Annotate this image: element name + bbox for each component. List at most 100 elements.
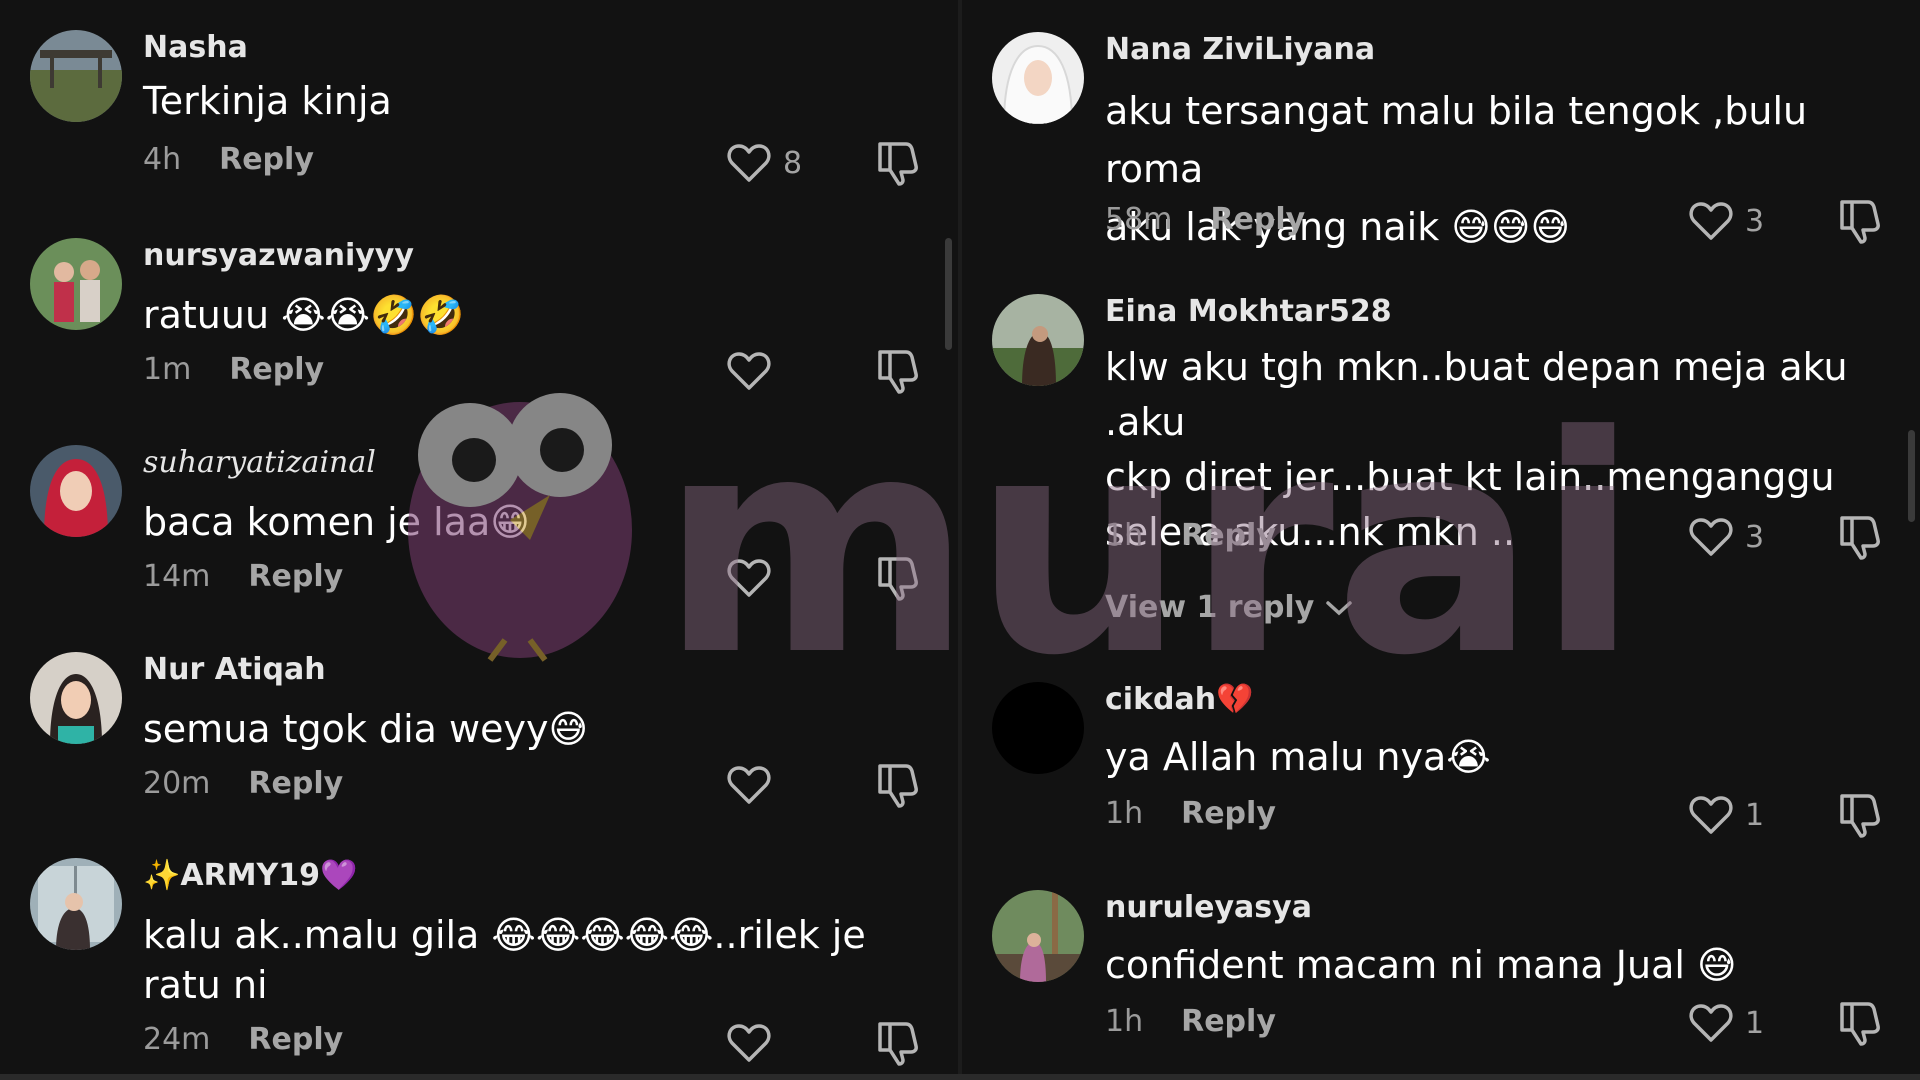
view-replies-button[interactable]: View 1 reply (1105, 590, 1354, 625)
username[interactable]: nuruleyasya (1105, 890, 1312, 925)
like-button[interactable]: 3 (1689, 514, 1779, 560)
like-button[interactable] (727, 348, 817, 394)
like-count: 8 (783, 145, 803, 181)
dislike-button[interactable] (876, 1020, 922, 1066)
thumbs-down-icon (878, 764, 918, 808)
dislike-button[interactable] (1838, 1000, 1884, 1046)
comment-text: ratuuu 😭😭🤣🤣 (143, 293, 465, 337)
thumbs-down-icon (1840, 1002, 1880, 1046)
like-button[interactable] (727, 1020, 817, 1066)
thumbs-down-icon (878, 557, 918, 601)
avatar[interactable] (30, 445, 122, 537)
reply-button[interactable]: Reply (1181, 796, 1276, 831)
comment-meta: 1h Reply (1105, 796, 1276, 831)
avatar[interactable] (992, 682, 1084, 774)
comment-meta: 20m Reply (143, 766, 343, 801)
timestamp: 1m (143, 352, 192, 387)
thumbs-down-icon (1840, 794, 1880, 838)
thumbs-down-icon (878, 1022, 918, 1066)
chevron-down-icon (1326, 600, 1353, 615)
comments-panel-left: Nasha Terkinja kinja 4h Reply 8 nursyazwa… (0, 0, 958, 1080)
bottom-edge (0, 1074, 1920, 1080)
reply-button[interactable]: Reply (248, 559, 343, 594)
comment-meta: 1m Reply (143, 352, 324, 387)
username[interactable]: cikdah💔 (1105, 682, 1253, 717)
heart-icon (727, 352, 771, 390)
like-button[interactable] (727, 555, 817, 601)
reply-button[interactable]: Reply (248, 1022, 343, 1057)
username[interactable]: Nana ZiviLiyana (1105, 32, 1375, 67)
thumbs-down-icon (1840, 516, 1880, 560)
scrollbar[interactable] (945, 238, 952, 350)
comment-meta: 58m Reply (1105, 202, 1305, 237)
heart-icon (1689, 202, 1733, 240)
avatar[interactable] (30, 652, 122, 744)
reply-button[interactable]: Reply (219, 142, 314, 177)
avatar[interactable] (992, 32, 1084, 124)
heart-icon (727, 766, 771, 804)
like-count: 3 (1745, 203, 1765, 239)
comments-panel-right: Nana ZiviLiyana aku tersangat malu bila … (962, 0, 1920, 1080)
like-count: 3 (1745, 519, 1765, 555)
avatar[interactable] (30, 30, 122, 122)
timestamp: 14m (143, 559, 211, 594)
dislike-button[interactable] (1838, 514, 1884, 560)
heart-icon (1689, 796, 1733, 834)
comment-meta: 1h Reply (1105, 1004, 1276, 1039)
avatar[interactable] (30, 238, 122, 330)
username[interactable]: suharyatizainal (143, 445, 376, 480)
thumbs-down-icon (878, 142, 918, 186)
username[interactable]: Nasha (143, 30, 248, 65)
heart-icon (727, 559, 771, 597)
comment-meta: 1h Reply (1105, 518, 1276, 553)
timestamp: 24m (143, 1022, 211, 1057)
heart-icon (727, 1024, 771, 1062)
dislike-button[interactable] (876, 140, 922, 186)
heart-icon (1689, 1004, 1733, 1042)
reply-button[interactable]: Reply (248, 766, 343, 801)
reply-button[interactable]: Reply (1181, 518, 1276, 553)
like-button[interactable]: 1 (1689, 792, 1779, 838)
avatar[interactable] (992, 294, 1084, 386)
username[interactable]: Nur Atiqah (143, 652, 326, 687)
username[interactable]: Eina Mokhtar528 (1105, 294, 1392, 329)
reply-button[interactable]: Reply (1181, 1004, 1276, 1039)
avatar[interactable] (992, 890, 1084, 982)
comment-text: ya Allah malu nya😭 (1105, 735, 1491, 779)
dislike-button[interactable] (876, 348, 922, 394)
like-button[interactable] (727, 762, 817, 808)
reply-button[interactable]: Reply (1210, 202, 1305, 237)
heart-icon (1689, 518, 1733, 556)
comment-text: semua tgok dia weyy😅 (143, 707, 589, 751)
timestamp: 1h (1105, 518, 1144, 553)
comment-text: baca komen je laa😁 (143, 500, 530, 544)
timestamp: 58m (1105, 202, 1173, 237)
like-button[interactable]: 8 (727, 140, 817, 186)
reply-button[interactable]: Reply (229, 352, 324, 387)
thumbs-down-icon (1840, 200, 1880, 244)
heart-icon (727, 144, 771, 182)
comment-text: kalu ak..malu gila 😂😂😂😂😂..rilek je ratu … (143, 913, 866, 1007)
timestamp: 4h (143, 142, 182, 177)
dislike-button[interactable] (1838, 792, 1884, 838)
comment-meta: 4h Reply (143, 142, 314, 177)
timestamp: 1h (1105, 1004, 1144, 1039)
comment-text: confident macam ni mana Jual 😅 (1105, 943, 1737, 987)
comment-text: Terkinja kinja (143, 79, 392, 123)
comment-meta: 14m Reply (143, 559, 343, 594)
dislike-button[interactable] (1838, 198, 1884, 244)
username[interactable]: ✨ARMY19💜 (143, 858, 357, 893)
timestamp: 1h (1105, 796, 1144, 831)
dislike-button[interactable] (876, 555, 922, 601)
scrollbar[interactable] (1908, 430, 1915, 522)
like-button[interactable]: 3 (1689, 198, 1779, 244)
like-count: 1 (1745, 1005, 1765, 1041)
comment-meta: 24m Reply (143, 1022, 343, 1057)
dislike-button[interactable] (876, 762, 922, 808)
timestamp: 20m (143, 766, 211, 801)
like-button[interactable]: 1 (1689, 1000, 1779, 1046)
username[interactable]: nursyazwaniyyy (143, 238, 414, 273)
view-replies-label: View 1 reply (1105, 590, 1315, 625)
thumbs-down-icon (878, 350, 918, 394)
avatar[interactable] (30, 858, 122, 950)
